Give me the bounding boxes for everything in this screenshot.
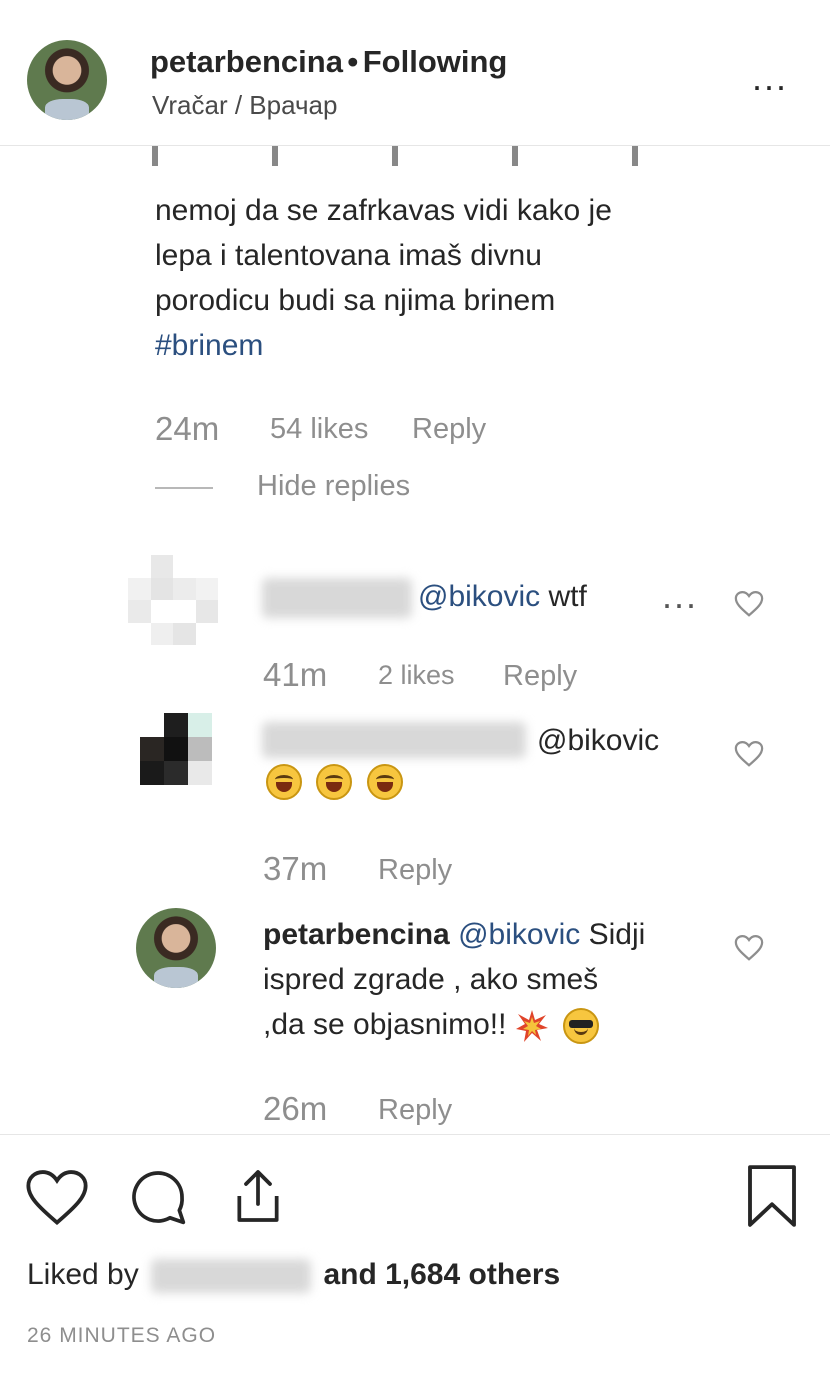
joy-emoji-icon [316,764,353,800]
comment-line: lepa i talentovana imaš divnu [155,239,542,272]
comment-time[interactable]: 24m [155,410,219,448]
avatar[interactable] [140,713,212,785]
mention-link[interactable]: @bikovic [537,718,659,763]
more-options-icon[interactable]: ... [662,578,698,614]
comment-likes[interactable]: 54 likes [270,413,368,446]
post-timestamp: 26 MINUTES AGO [27,1324,217,1347]
reply-button[interactable]: Reply [412,413,486,446]
mention-link[interactable]: @bikovic [458,918,580,951]
avatar[interactable] [128,555,218,645]
hashtag-link[interactable]: #brinem [155,323,755,368]
reply-body: ,da se objasnimo!! [263,1008,507,1041]
reply-button[interactable]: Reply [378,1094,452,1126]
avatar[interactable] [136,908,216,988]
reply-time[interactable]: 37m [263,850,327,888]
location-link[interactable]: Vračar / Врачар [152,90,337,121]
like-heart-icon[interactable] [734,934,764,962]
emoji-row [266,764,403,800]
joy-emoji-icon [366,764,403,800]
blurred-username [262,578,412,618]
likes-summary: Liked by and 1,684 others [27,1258,560,1294]
like-heart-icon[interactable] [24,1168,90,1228]
like-heart-icon[interactable] [734,590,764,618]
cut-off-line [152,146,712,172]
comment-icon[interactable] [125,1165,191,1229]
main-comment-text: nemoj da se zafrkavas vidi kako je lepa … [155,188,755,368]
footer-divider [0,1134,830,1135]
blurred-username [262,722,526,758]
likes-count-link[interactable]: and 1,684 others [323,1258,560,1291]
reply-time[interactable]: 41m [263,656,327,694]
hide-replies-button[interactable]: Hide replies [257,470,410,503]
header-separator: • [347,44,359,79]
blurred-username [151,1259,312,1294]
clipped-meta-row: 26m Reply [0,1090,830,1126]
reply-button[interactable]: Reply [378,854,452,887]
reply-text: petarbencina @bikovic Sidji ispred zgrad… [263,912,743,1047]
follow-status[interactable]: Following [363,44,508,79]
reply-body: Sidji [588,918,646,951]
avatar[interactable] [27,40,107,120]
collision-emoji-icon [515,1010,548,1043]
post-header: petarbencina • Following Vračar / Врачар… [0,0,830,146]
sunglasses-emoji-icon [563,1008,600,1045]
header-title: petarbencina • Following [150,44,507,80]
reply-body: ispred zgrade , ako smeš [263,963,599,996]
reply-time[interactable]: 26m [263,1090,327,1126]
comment-line: porodicu budi sa njima brinem [155,284,556,317]
reply-text: @bikovic wtf [418,574,587,619]
more-options-icon[interactable]: ... [752,60,788,96]
bookmark-icon[interactable] [742,1163,802,1229]
reply-button[interactable]: Reply [503,660,577,693]
reply-body: wtf [548,580,587,613]
liked-by-label: Liked by [27,1258,139,1291]
like-heart-icon[interactable] [734,740,764,768]
header-username[interactable]: petarbencina [150,44,343,79]
replies-line [155,487,213,489]
share-icon[interactable] [226,1163,290,1229]
mention-link[interactable]: @bikovic [418,580,540,613]
joy-emoji-icon [266,764,302,800]
reply-username[interactable]: petarbencina [263,918,450,951]
reply-likes[interactable]: 2 likes [378,660,455,691]
comment-line: nemoj da se zafrkavas vidi kako je [155,194,612,227]
